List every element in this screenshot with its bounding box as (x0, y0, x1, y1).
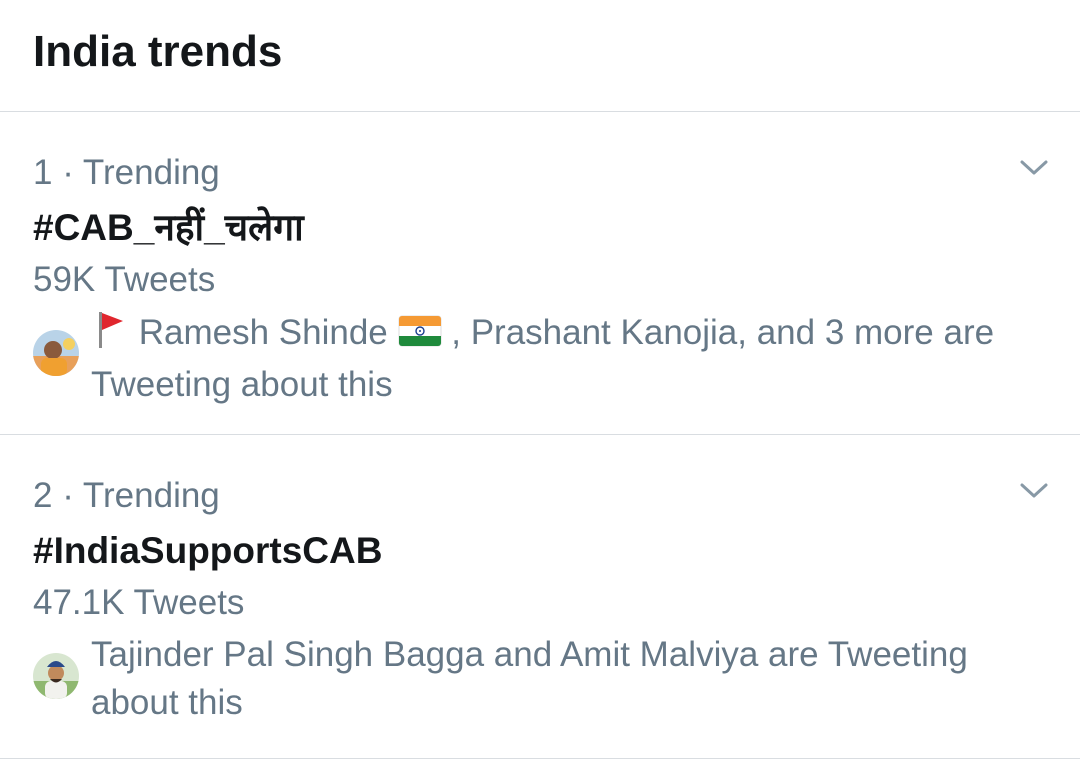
chevron-down-icon[interactable] (1018, 152, 1050, 184)
trend-hashtag: #CAB_नहीं_चलेगा (33, 207, 304, 248)
trend-rank-label: 2 · Trending (33, 476, 220, 515)
avatar (33, 653, 79, 699)
avatar (33, 330, 79, 376)
trend-hashtag: #IndiaSupportsCAB (33, 530, 383, 571)
trend-item-1[interactable]: 1 · Trending #CAB_नहीं_चलेगा 59K Tweets … (0, 112, 1080, 435)
trends-header: India trends (0, 0, 1080, 112)
india-flag-icon (398, 315, 452, 356)
trend-context: Tajinder Pal Singh Bagga and Amit Malviy… (91, 635, 968, 722)
trend-rank-label: 1 · Trending (33, 153, 220, 192)
context-person-1: Ramesh Shinde (138, 313, 388, 352)
chevron-down-icon[interactable] (1018, 475, 1050, 507)
trend-context: Ramesh Shinde , Prashant Kanojia, and 3 … (91, 308, 1031, 409)
red-flag-icon (91, 312, 139, 356)
trend-item-2[interactable]: 2 · Trending #IndiaSupportsCAB 47.1K Twe… (0, 435, 1080, 759)
trend-tweet-count: 47.1K Tweets (33, 583, 245, 622)
trend-tweet-count: 59K Tweets (33, 260, 216, 299)
page-title: India trends (33, 27, 283, 76)
